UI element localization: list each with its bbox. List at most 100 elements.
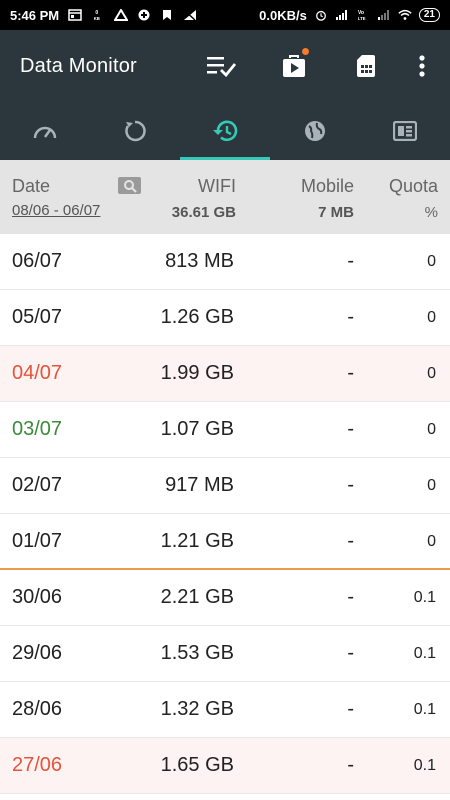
table-row[interactable]: 05/07 1.26 GB - 0 bbox=[0, 290, 450, 346]
tab-history[interactable] bbox=[180, 102, 270, 160]
table-row[interactable]: 30/06 2.21 GB - 0.1 bbox=[0, 570, 450, 626]
row-mobile: - bbox=[347, 418, 354, 440]
globe-icon bbox=[305, 121, 325, 141]
search-button[interactable] bbox=[118, 177, 141, 194]
row-date: 30/06 bbox=[12, 586, 63, 608]
date-range-link[interactable]: 08/06 - 06/07 bbox=[12, 202, 100, 219]
row-wifi: 1.07 GB bbox=[160, 418, 234, 440]
row-mobile: - bbox=[347, 474, 354, 496]
tab-globe[interactable] bbox=[270, 102, 360, 160]
tab-bar bbox=[0, 102, 450, 160]
row-wifi: 813 MB bbox=[165, 250, 234, 272]
row-quota: 0 bbox=[427, 309, 436, 326]
more-options-button[interactable] bbox=[402, 30, 442, 102]
play-store-icon bbox=[283, 55, 305, 77]
row-date: 02/07 bbox=[12, 474, 63, 496]
volte-icon: VoLTE bbox=[358, 10, 366, 21]
row-mobile: - bbox=[347, 250, 354, 272]
app-title: Data Monitor bbox=[20, 54, 137, 77]
table-row[interactable]: 03/07 1.07 GB - 0 bbox=[0, 402, 450, 458]
row-wifi: 1.32 GB bbox=[160, 698, 234, 720]
search-icon bbox=[123, 179, 137, 193]
signal-icon bbox=[335, 10, 347, 20]
table-row[interactable]: 27/06 1.65 GB - 0.1 bbox=[0, 738, 450, 794]
status-time: 5:46 PM bbox=[10, 7, 60, 23]
usage-list: 06/07 813 MB - 0 05/07 1.26 GB - 0 04/07… bbox=[0, 234, 450, 794]
mobile-total: 7 MB bbox=[318, 204, 354, 221]
table-header: Date 08/06 - 06/07 WIFI 36.61 GB Mobile … bbox=[0, 160, 450, 234]
table-row[interactable]: 06/07 813 MB - 0 bbox=[0, 234, 450, 290]
svg-text:LTE: LTE bbox=[358, 16, 366, 21]
table-row[interactable]: 28/06 1.32 GB - 0.1 bbox=[0, 682, 450, 738]
row-wifi: 1.21 GB bbox=[160, 530, 234, 552]
svg-text:Vo: Vo bbox=[358, 10, 364, 16]
row-mobile: - bbox=[347, 530, 354, 552]
battery-indicator: 21 bbox=[418, 8, 440, 22]
wifi-icon bbox=[398, 9, 412, 20]
quota-column-header[interactable]: Quota bbox=[389, 176, 438, 197]
refresh-icon bbox=[125, 120, 146, 142]
row-quota: 0.1 bbox=[413, 701, 436, 718]
tab-refresh[interactable] bbox=[90, 102, 180, 160]
row-date: 06/07 bbox=[12, 250, 63, 272]
wifi-total: 36.61 GB bbox=[171, 204, 236, 221]
row-quota: 0 bbox=[427, 477, 436, 494]
row-mobile: - bbox=[347, 586, 354, 608]
table-row[interactable]: 29/06 1.53 GB - 0.1 bbox=[0, 626, 450, 682]
tab-speed[interactable] bbox=[0, 102, 90, 160]
network-speed: 0.0KB/s bbox=[259, 7, 307, 23]
svg-text:0: 0 bbox=[96, 10, 99, 16]
sim-card-icon bbox=[393, 121, 417, 141]
app-bar: Data Monitor bbox=[0, 30, 450, 102]
table-row[interactable]: 02/07 917 MB - 0 bbox=[0, 458, 450, 514]
wifi-column-header[interactable]: WIFI bbox=[198, 176, 236, 197]
drive-icon bbox=[114, 9, 129, 21]
signal-2-icon bbox=[377, 10, 389, 20]
row-mobile: - bbox=[347, 754, 354, 776]
row-wifi: 1.99 GB bbox=[160, 362, 234, 384]
checklist-icon bbox=[207, 57, 237, 77]
bookmark-icon bbox=[163, 10, 172, 20]
calendar-icon bbox=[68, 9, 82, 21]
row-wifi: 917 MB bbox=[165, 474, 234, 496]
row-quota: 0 bbox=[427, 253, 436, 270]
speedometer-icon bbox=[33, 126, 57, 139]
row-mobile: - bbox=[347, 642, 354, 664]
row-date: 03/07 bbox=[12, 418, 63, 440]
table-row[interactable]: 04/07 1.99 GB - 0 bbox=[0, 346, 450, 402]
row-date: 01/07 bbox=[12, 530, 63, 552]
row-wifi: 1.26 GB bbox=[160, 306, 234, 328]
row-mobile: - bbox=[347, 306, 354, 328]
checklist-button[interactable] bbox=[186, 30, 258, 102]
no-signal-icon bbox=[184, 10, 197, 21]
history-icon bbox=[213, 120, 238, 142]
status-bar: 5:46 PM 0 KB 0.0KB/s Vo LTE 21 bbox=[0, 0, 450, 30]
mobile-column-header[interactable]: Mobile bbox=[301, 176, 354, 197]
row-quota: 0 bbox=[427, 365, 436, 382]
svg-text:KB: KB bbox=[94, 16, 100, 21]
row-date: 27/06 bbox=[12, 754, 63, 776]
row-date: 28/06 bbox=[12, 698, 63, 720]
row-date: 04/07 bbox=[12, 362, 63, 384]
row-wifi: 2.21 GB bbox=[160, 586, 234, 608]
row-wifi: 1.65 GB bbox=[160, 754, 234, 776]
row-date: 05/07 bbox=[12, 306, 63, 328]
alarm-icon bbox=[315, 10, 326, 21]
date-column-header[interactable]: Date bbox=[12, 176, 50, 197]
table-row[interactable]: 01/07 1.21 GB - 0 bbox=[0, 514, 450, 570]
sim-card-icon bbox=[357, 55, 375, 77]
row-quota: 0.1 bbox=[413, 757, 436, 774]
row-date: 29/06 bbox=[12, 642, 63, 664]
notification-dot bbox=[302, 48, 309, 55]
tab-sim[interactable] bbox=[360, 102, 450, 160]
row-quota: 0 bbox=[427, 533, 436, 550]
more-vert-icon bbox=[419, 55, 425, 77]
sim-button[interactable] bbox=[330, 30, 402, 102]
row-mobile: - bbox=[347, 362, 354, 384]
gamepad-icon bbox=[138, 9, 150, 21]
row-mobile: - bbox=[347, 698, 354, 720]
row-wifi: 1.53 GB bbox=[160, 642, 234, 664]
play-store-button[interactable] bbox=[258, 30, 330, 102]
kb-indicator-icon: 0KB bbox=[94, 10, 100, 21]
quota-unit: % bbox=[424, 204, 438, 221]
